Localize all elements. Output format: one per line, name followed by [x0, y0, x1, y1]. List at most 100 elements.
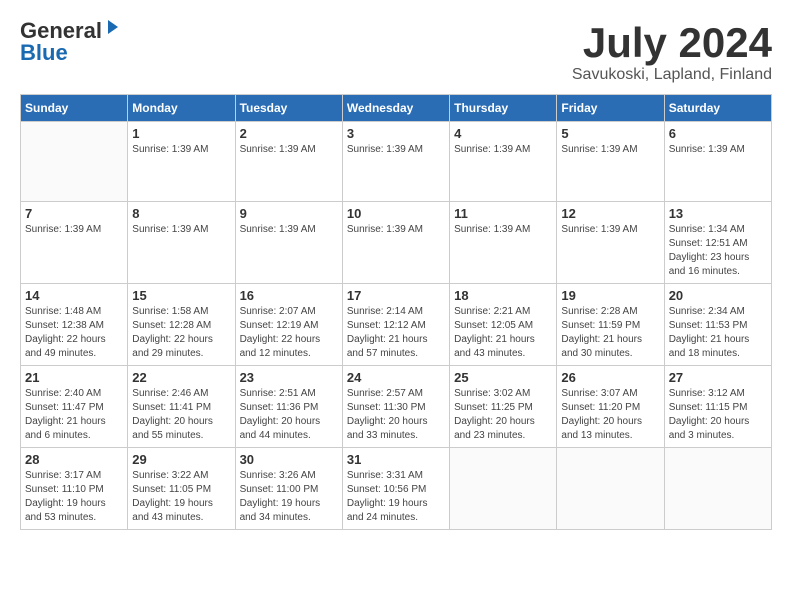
day-info: Sunrise: 1:39 AM [132, 143, 230, 157]
calendar-table: Sunday Monday Tuesday Wednesday Thursday… [20, 94, 772, 530]
day-number: 2 [240, 126, 338, 141]
day-number: 13 [669, 206, 767, 221]
day-number: 28 [25, 452, 123, 467]
table-row: 13 Sunrise: 1:34 AMSunset: 12:51 AMDaylig… [664, 202, 771, 284]
table-row: 5 Sunrise: 1:39 AM [557, 122, 664, 202]
day-number: 19 [561, 288, 659, 303]
header-friday: Friday [557, 95, 664, 122]
table-row [557, 448, 664, 530]
header-thursday: Thursday [450, 95, 557, 122]
logo: General Blue [20, 20, 122, 64]
day-info: Sunrise: 2:34 AMSunset: 11:53 PMDaylight… [669, 305, 767, 361]
table-row: 15 Sunrise: 1:58 AMSunset: 12:28 AMDaylig… [128, 284, 235, 366]
day-number: 22 [132, 370, 230, 385]
day-number: 10 [347, 206, 445, 221]
day-number: 11 [454, 206, 552, 221]
table-row: 17 Sunrise: 2:14 AMSunset: 12:12 AMDaylig… [342, 284, 449, 366]
table-row: 29 Sunrise: 3:22 AMSunset: 11:05 PMDaylig… [128, 448, 235, 530]
day-info: Sunrise: 3:02 AMSunset: 11:25 PMDaylight… [454, 387, 552, 443]
table-row: 27Sunrise: 3:12 AMSunset: 11:15 PMDaylig… [664, 366, 771, 448]
day-info: Sunrise: 3:07 AMSunset: 11:20 PMDaylight… [561, 387, 659, 443]
table-row: 23 Sunrise: 2:51 AMSunset: 11:36 PMDaylig… [235, 366, 342, 448]
header: General Blue July 2024 Savukoski, Laplan… [20, 20, 772, 84]
day-info: Sunrise: 1:39 AM [561, 143, 659, 157]
day-info: Sunrise: 3:31 AMSunset: 10:56 PMDaylight… [347, 469, 445, 525]
day-number: 4 [454, 126, 552, 141]
day-number: 18 [454, 288, 552, 303]
day-info: Sunrise: 3:22 AMSunset: 11:05 PMDaylight… [132, 469, 230, 525]
day-number: 1 [132, 126, 230, 141]
day-info: Sunrise: 1:39 AM [669, 143, 767, 157]
day-number: 30 [240, 452, 338, 467]
day-info: Sunrise: 3:26 AMSunset: 11:00 PMDaylight… [240, 469, 338, 525]
title-area: July 2024 Savukoski, Lapland, Finland [572, 20, 772, 84]
table-row: 4 Sunrise: 1:39 AM [450, 122, 557, 202]
day-number: 27 [669, 370, 767, 385]
table-row: 26 Sunrise: 3:07 AMSunset: 11:20 PMDaylig… [557, 366, 664, 448]
day-number: 17 [347, 288, 445, 303]
day-info: Sunrise: 1:39 AM [454, 143, 552, 157]
day-number: 7 [25, 206, 123, 221]
table-row: 1 Sunrise: 1:39 AM [128, 122, 235, 202]
table-row: 16Sunrise: 2:07 AMSunset: 12:19 AMDaylig… [235, 284, 342, 366]
table-row: 19 Sunrise: 2:28 AMSunset: 11:59 PMDaylig… [557, 284, 664, 366]
table-row: 3Sunrise: 1:39 AM [342, 122, 449, 202]
day-number: 15 [132, 288, 230, 303]
day-info: Sunrise: 2:46 AMSunset: 11:41 PMDaylight… [132, 387, 230, 443]
table-row: 2 Sunrise: 1:39 AM [235, 122, 342, 202]
day-info: Sunrise: 1:39 AM [240, 143, 338, 157]
day-info: Sunrise: 3:17 AMSunset: 11:10 PMDaylight… [25, 469, 123, 525]
table-row [21, 122, 128, 202]
table-row [664, 448, 771, 530]
day-number: 14 [25, 288, 123, 303]
day-number: 26 [561, 370, 659, 385]
day-info: Sunrise: 2:07 AMSunset: 12:19 AMDaylight… [240, 305, 338, 361]
table-row: 6 Sunrise: 1:39 AM [664, 122, 771, 202]
table-row: 21 Sunrise: 2:40 AMSunset: 11:47 PMDaylig… [21, 366, 128, 448]
day-info: Sunrise: 1:39 AM [454, 223, 552, 237]
calendar-week-row: 21 Sunrise: 2:40 AMSunset: 11:47 PMDaylig… [21, 366, 772, 448]
day-info: Sunrise: 1:58 AMSunset: 12:28 AMDaylight… [132, 305, 230, 361]
day-info: Sunrise: 2:57 AMSunset: 11:30 PMDaylight… [347, 387, 445, 443]
day-info: Sunrise: 2:51 AMSunset: 11:36 PMDaylight… [240, 387, 338, 443]
day-number: 24 [347, 370, 445, 385]
day-number: 5 [561, 126, 659, 141]
day-number: 31 [347, 452, 445, 467]
calendar-week-row: 1Sunrise: 1:39 AM2Sunrise: 1:39 AM3Sunri… [21, 122, 772, 202]
day-info: Sunrise: 2:28 AMSunset: 11:59 PMDaylight… [561, 305, 659, 361]
table-row: 18 Sunrise: 2:21 AMSunset: 12:05 AMDaylig… [450, 284, 557, 366]
header-tuesday: Tuesday [235, 95, 342, 122]
day-number: 25 [454, 370, 552, 385]
table-row: 30 Sunrise: 3:26 AMSunset: 11:00 PMDaylig… [235, 448, 342, 530]
table-row: 7Sunrise: 1:39 AM [21, 202, 128, 284]
day-number: 3 [347, 126, 445, 141]
day-info: Sunrise: 1:39 AM [132, 223, 230, 237]
calendar-week-row: 28 Sunrise: 3:17 AMSunset: 11:10 PMDaylig… [21, 448, 772, 530]
day-info: Sunrise: 2:40 AMSunset: 11:47 PMDaylight… [25, 387, 123, 443]
day-info: Sunrise: 2:21 AMSunset: 12:05 AMDaylight… [454, 305, 552, 361]
day-number: 12 [561, 206, 659, 221]
table-row [450, 448, 557, 530]
table-row: 31 Sunrise: 3:31 AMSunset: 10:56 PMDaylig… [342, 448, 449, 530]
day-number: 21 [25, 370, 123, 385]
table-row: 22 Sunrise: 2:46 AMSunset: 11:41 PMDaylig… [128, 366, 235, 448]
day-info: Sunrise: 1:39 AM [347, 223, 445, 237]
day-info: Sunrise: 1:34 AMSunset: 12:51 AMDaylight… [669, 223, 767, 279]
day-number: 23 [240, 370, 338, 385]
month-title: July 2024 [572, 20, 772, 66]
table-row: 20 Sunrise: 2:34 AMSunset: 11:53 PMDaylig… [664, 284, 771, 366]
logo-flag-icon [104, 18, 122, 36]
day-info: Sunrise: 2:14 AMSunset: 12:12 AMDaylight… [347, 305, 445, 361]
day-info: Sunrise: 1:48 AMSunset: 12:38 AMDaylight… [25, 305, 123, 361]
day-number: 8 [132, 206, 230, 221]
header-monday: Monday [128, 95, 235, 122]
day-number: 6 [669, 126, 767, 141]
day-number: 9 [240, 206, 338, 221]
table-row: 9Sunrise: 1:39 AM [235, 202, 342, 284]
day-number: 29 [132, 452, 230, 467]
location-title: Savukoski, Lapland, Finland [572, 66, 772, 84]
logo-general-text: General [20, 20, 102, 42]
calendar-week-row: 14 Sunrise: 1:48 AMSunset: 12:38 AMDaylig… [21, 284, 772, 366]
day-info: Sunrise: 1:39 AM [561, 223, 659, 237]
day-number: 20 [669, 288, 767, 303]
